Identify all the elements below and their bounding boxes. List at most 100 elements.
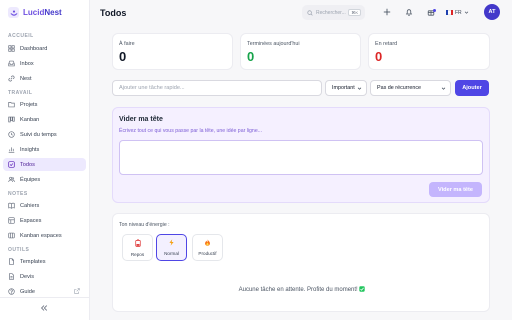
sparkle-check-icon xyxy=(359,286,366,292)
add-task-button[interactable]: Ajouter xyxy=(455,80,489,96)
energy-panel: Ton niveau d'énergie : Repos Normal Prod… xyxy=(112,213,490,312)
external-link-icon xyxy=(74,288,80,294)
priority-value: Important xyxy=(332,85,355,91)
sidebar-item-projets[interactable]: Projets xyxy=(3,98,86,111)
empty-state: Aucune tâche en attente. Profite du mome… xyxy=(113,286,491,293)
sidebar-item-label: Dashboard xyxy=(20,45,48,52)
chevron-down-icon xyxy=(464,11,468,14)
sidebar-item-label: Projets xyxy=(20,101,38,108)
stat-card-en-retard: En retard 0 xyxy=(368,33,490,70)
brain-dump-textarea[interactable] xyxy=(119,140,483,175)
sidebar-item-insights[interactable]: Insights xyxy=(3,143,86,156)
notification-dot xyxy=(433,9,436,12)
checkbox-icon xyxy=(8,161,15,168)
sidebar-item-kanban-espaces[interactable]: Kanban espaces xyxy=(3,229,86,242)
energy-option-label: Normal xyxy=(164,251,179,256)
energy-option-label: Productif xyxy=(198,251,217,256)
sidebar-item-label: Guide xyxy=(20,288,35,295)
sidebar-item-suivi-du-temps[interactable]: Suivi du temps xyxy=(3,128,86,141)
quick-task-placeholder: Ajouter une tâche rapide... xyxy=(119,85,185,91)
brand[interactable]: LucidNest xyxy=(8,7,62,18)
quick-task-input[interactable]: Ajouter une tâche rapide... xyxy=(112,80,322,96)
stat-card-terminees: Terminées aujourd'hui 0 xyxy=(240,33,361,70)
sidebar-item-equipes[interactable]: Équipes xyxy=(3,173,86,186)
energy-label: Ton niveau d'énergie : xyxy=(119,222,170,228)
search-placeholder: Rechercher... xyxy=(316,9,346,16)
energy-option-normal[interactable]: Normal xyxy=(156,234,187,261)
sidebar-item-templates[interactable]: Templates xyxy=(3,255,86,268)
search-input[interactable]: Rechercher... ⌘K xyxy=(302,5,365,20)
stat-value: 0 xyxy=(247,49,255,64)
users-icon xyxy=(8,176,15,183)
header: Todos Rechercher... ⌘K FR AT xyxy=(91,0,512,27)
chevrons-left-icon[interactable] xyxy=(38,303,50,313)
sidebar-item-label: Nest xyxy=(20,75,32,82)
fire-icon xyxy=(204,239,211,249)
empty-state-message: Aucune tâche en attente. Profite du mome… xyxy=(238,287,358,293)
stat-label: En retard xyxy=(375,41,398,47)
energy-option-repos[interactable]: Repos xyxy=(122,234,153,261)
clock-icon xyxy=(8,131,15,138)
recurrence-value: Pas de récurrence xyxy=(377,85,422,91)
stat-label: Terminées aujourd'hui xyxy=(247,41,300,47)
document-icon xyxy=(9,273,14,280)
stat-label: À faire xyxy=(119,41,135,47)
sidebar-item-devis[interactable]: Devis xyxy=(3,270,86,283)
brand-name: LucidNest xyxy=(23,8,62,17)
sidebar-item-label: Espaces xyxy=(20,217,42,224)
board-icon xyxy=(8,232,15,239)
brain-dump-title: Vider ma tête xyxy=(119,116,163,123)
template-icon xyxy=(9,258,14,265)
section-label-notes: NOTES xyxy=(8,191,28,197)
chevron-down-icon xyxy=(357,87,362,90)
sidebar-item-kanban[interactable]: Kanban xyxy=(3,113,86,126)
sidebar-item-label: Kanban espaces xyxy=(20,232,62,239)
avatar[interactable]: AT xyxy=(484,4,500,20)
page-title: Todos xyxy=(100,8,127,18)
sidebar-item-label: Insights xyxy=(20,146,40,153)
add-icon[interactable] xyxy=(381,6,393,18)
recurrence-select[interactable]: Pas de récurrence xyxy=(370,80,451,96)
sidebar-item-nest[interactable]: Nest xyxy=(3,72,86,85)
brain-dump-subtitle: Écrivez tout ce qui vous passe par la tê… xyxy=(119,128,263,134)
sidebar-item-inbox[interactable]: Inbox xyxy=(3,57,86,70)
inbox-icon xyxy=(8,60,15,67)
sidebar-item-label: Équipes xyxy=(20,176,41,183)
sidebar-item-todos[interactable]: Todos xyxy=(3,158,86,171)
brand-logo-icon xyxy=(8,7,19,18)
sidebar-item-espaces[interactable]: Espaces xyxy=(3,214,86,227)
section-label-outils: OUTILS xyxy=(8,247,30,253)
brain-dump-button[interactable]: Vider ma tête xyxy=(429,182,482,197)
search-icon xyxy=(307,9,313,16)
stat-value: 0 xyxy=(375,49,383,64)
sidebar-item-label: Inbox xyxy=(20,60,34,67)
sidebar: LucidNest ACCUEIL Dashboard Inbox Nest T… xyxy=(0,0,90,320)
sidebar-item-dashboard[interactable]: Dashboard xyxy=(3,42,86,55)
energy-option-label: Repos xyxy=(130,251,145,257)
sidebar-item-cahiers[interactable]: Cahiers xyxy=(3,199,86,212)
sidebar-item-label: Cahiers xyxy=(20,202,40,209)
sidebar-item-label: Devis xyxy=(20,273,34,280)
energy-option-productif[interactable]: Productif xyxy=(192,234,223,261)
help-icon xyxy=(8,288,15,295)
chart-icon xyxy=(8,147,15,153)
link-icon xyxy=(8,75,15,82)
priority-select[interactable]: Important xyxy=(325,80,367,96)
sidebar-item-label: Templates xyxy=(20,258,46,265)
brain-dump-panel: Vider ma tête Écrivez tout ce qui vous p… xyxy=(112,107,490,203)
section-label-travail: TRAVAIL xyxy=(8,90,33,96)
kanban-icon xyxy=(8,116,15,123)
language-selector[interactable]: FR xyxy=(446,7,469,18)
sidebar-item-label: Todos xyxy=(20,161,35,168)
lightning-icon xyxy=(168,239,175,249)
bell-icon[interactable] xyxy=(403,6,415,18)
battery-low-icon xyxy=(134,238,141,250)
gift-icon[interactable] xyxy=(425,6,437,18)
folder-icon xyxy=(8,102,15,108)
chevron-down-icon xyxy=(441,87,446,90)
language-label: FR xyxy=(455,9,462,16)
search-shortcut: ⌘K xyxy=(348,9,361,16)
spaces-icon xyxy=(8,217,15,224)
grid-icon xyxy=(8,45,15,52)
sidebar-item-label: Suivi du temps xyxy=(20,131,57,138)
